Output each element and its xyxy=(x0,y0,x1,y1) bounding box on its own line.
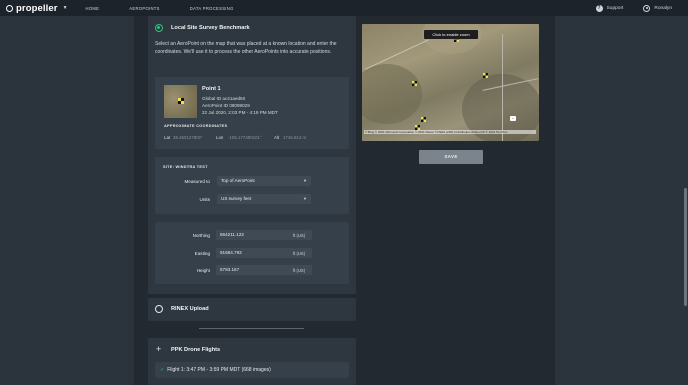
check-icon: ✓ xyxy=(160,367,165,373)
user-icon[interactable] xyxy=(643,4,651,12)
aeropoint-marker-icon[interactable] xyxy=(483,73,488,78)
plus-icon[interactable]: + xyxy=(156,345,161,354)
chevron-down-icon[interactable]: ▼ xyxy=(63,5,68,11)
top-bar: propeller ▼ HOME AEROPOINTS DATA PROCESS… xyxy=(0,0,688,16)
rinex-radio[interactable] xyxy=(155,305,163,313)
chevron-down-icon: ▼ xyxy=(303,178,307,183)
main-nav: HOME AEROPOINTS DATA PROCESSING xyxy=(86,6,264,11)
measured-to-value: Top of AeroPoint xyxy=(221,178,255,183)
flight-item: ✓ Flight 1: 3:47 PM - 3:59 PM MDT (668 im… xyxy=(160,367,271,373)
measured-to-label: Measured to xyxy=(184,179,210,184)
nav-home[interactable]: HOME xyxy=(86,6,100,11)
site-label: SITE: WINDTRA TEST xyxy=(163,165,208,169)
easting-label: Easting xyxy=(194,251,210,256)
save-button[interactable]: SAVE xyxy=(419,150,483,164)
easting-unit: ft (US) xyxy=(293,251,306,256)
nav-aeropoints[interactable]: AEROPOINTS xyxy=(129,6,159,11)
units-value: US survey feet xyxy=(221,196,252,201)
help-circle-icon[interactable]: ? xyxy=(595,4,603,12)
point-title: Point 1 xyxy=(202,86,221,92)
left-gutter xyxy=(0,16,134,385)
rinex-title: RINEX Upload xyxy=(171,306,209,312)
easting-value: 91684.793 xyxy=(220,250,242,255)
lat-label: Lat xyxy=(164,135,171,140)
flight-label: Flight 1: 3:47 PM - 3:59 PM MDT (668 ima… xyxy=(167,367,271,373)
survey-description: Select an AeroPoint on the map that was … xyxy=(155,41,337,56)
brand-logo[interactable]: propeller ▼ xyxy=(6,3,68,14)
northing-unit: ft (US) xyxy=(293,233,306,238)
right-gutter xyxy=(555,16,688,385)
alt-value: 1746.814 m xyxy=(283,135,307,140)
aeropoint-marker-icon[interactable] xyxy=(412,81,417,86)
units-select[interactable]: US survey feet ▼ xyxy=(217,194,311,204)
northing-value: 664211.122 xyxy=(220,232,244,237)
point-thumbnail xyxy=(164,85,197,118)
map-attribution: © Bing © 2021 Microsoft Corporation © 20… xyxy=(364,130,536,134)
scrollbar-thumb[interactable] xyxy=(684,188,687,306)
map-zoom-control[interactable]: + xyxy=(510,116,516,121)
height-value: 5793.167 xyxy=(220,267,240,272)
satellite-map[interactable] xyxy=(362,24,539,141)
user-name[interactable]: Ronalyn xyxy=(654,6,672,11)
global-id: Global ID ac41aed50 xyxy=(202,96,246,101)
lat-value: 39.450127802° xyxy=(173,135,203,140)
section-divider xyxy=(199,328,304,329)
survey-radio[interactable] xyxy=(155,24,163,32)
chevron-down-icon: ▼ xyxy=(303,196,307,201)
lon-value: -105.177490101° xyxy=(228,135,262,140)
aeropoint-marker-icon[interactable] xyxy=(421,117,426,122)
northing-label: Northing xyxy=(192,233,210,238)
approx-coords-label: APPROXIMATE COORDINATES xyxy=(164,124,228,128)
height-label: Height xyxy=(196,268,210,273)
point-date: 22 Jul 2020, 2:03 PM - 4:19 PM MDT xyxy=(202,110,278,115)
brand-name: propeller xyxy=(16,2,58,14)
support-link[interactable]: Support xyxy=(607,6,624,11)
aeropoint-marker-icon xyxy=(178,98,184,104)
aeropoint-id: AeroPoint ID 08099029 xyxy=(202,103,250,108)
survey-title: Local Site Survey Benchmark xyxy=(171,25,250,31)
ppk-title: PPK Drone Flights xyxy=(171,347,221,353)
logo-mark-icon xyxy=(6,4,13,12)
height-unit: ft (US) xyxy=(293,268,306,273)
measured-to-select[interactable]: Top of AeroPoint ▼ xyxy=(217,176,311,186)
topbar-actions: ? Support Ronalyn xyxy=(595,0,672,16)
lon-label: Lon xyxy=(216,135,224,140)
nav-data-processing[interactable]: DATA PROCESSING xyxy=(190,6,234,11)
alt-label: Alt xyxy=(274,135,280,140)
zoom-tooltip: Click to enable zoom xyxy=(424,30,478,39)
units-label: Units xyxy=(199,197,210,202)
